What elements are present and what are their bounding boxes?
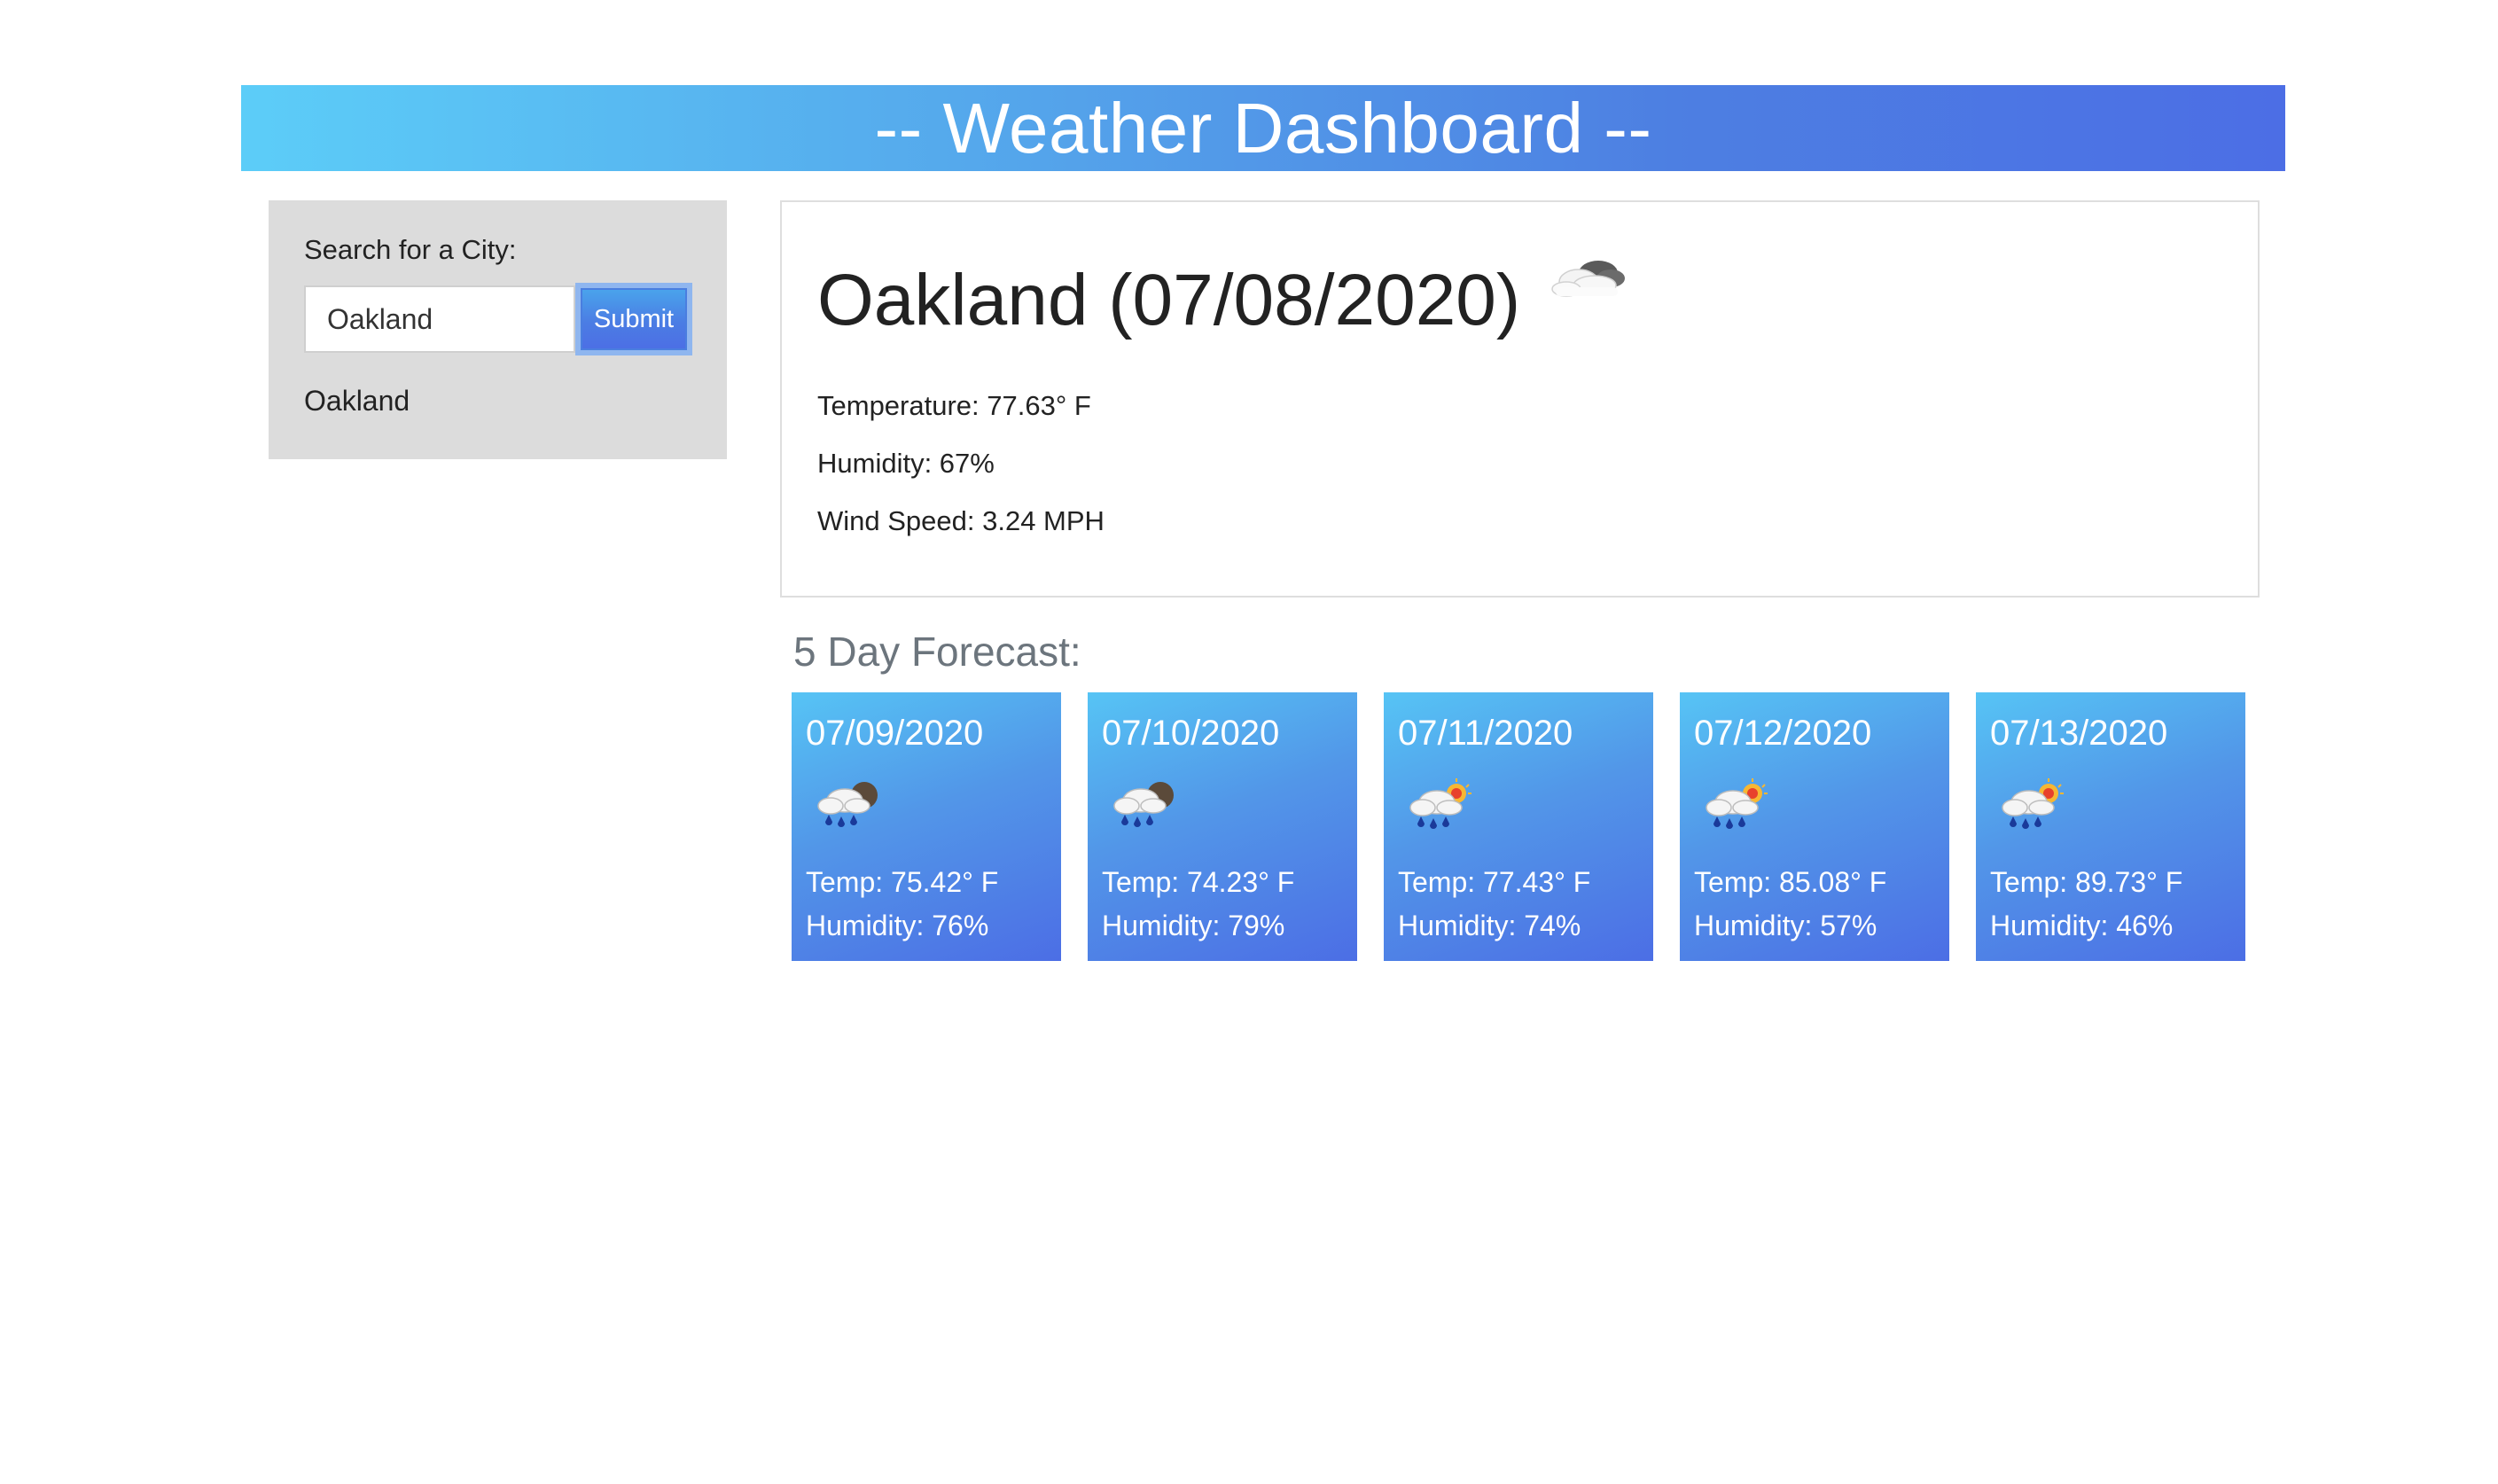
forecast-temp: Temp: 74.23° F xyxy=(1102,866,1295,898)
forecast-humidity: Humidity: 57% xyxy=(1694,910,1877,941)
rain-cloud-night-icon xyxy=(817,782,878,827)
rain-cloud-sun-icon xyxy=(1706,778,1768,829)
current-city-heading: Oakland (07/08/2020) xyxy=(817,260,1632,340)
forecast-card: 07/10/2020 Temp: 74.23° F Humidity: 79% xyxy=(1088,692,1357,961)
forecast-temp: Temp: 85.08° F xyxy=(1694,866,1887,898)
forecast-date: 07/09/2020 xyxy=(806,714,984,753)
rain-cloud-sun-icon xyxy=(2002,778,2064,829)
submit-button[interactable]: Submit xyxy=(575,283,692,355)
search-history-item[interactable]: Oakland xyxy=(304,387,410,415)
forecast-title: 5 Day Forecast: xyxy=(793,629,1081,675)
search-label: Search for a City: xyxy=(304,234,517,265)
forecast-date: 07/13/2020 xyxy=(1990,714,2168,753)
forecast-humidity: Humidity: 46% xyxy=(1990,910,2174,941)
forecast-humidity: Humidity: 79% xyxy=(1102,910,1285,941)
page-title: -- Weather Dashboard -- xyxy=(874,89,1652,168)
forecast-humidity: Humidity: 76% xyxy=(806,910,989,941)
cloudy-icon xyxy=(1551,261,1626,297)
header-banner: -- Weather Dashboard -- xyxy=(241,85,2285,171)
forecast-card: 07/09/2020 Temp: 75.42° F Humidity: 76% xyxy=(792,692,1061,961)
current-wind-speed: Wind Speed: 3.24 MPH xyxy=(817,505,1105,536)
search-row: Submit xyxy=(304,283,692,355)
current-city-title: Oakland (07/08/2020) xyxy=(817,260,1521,340)
rain-cloud-sun-icon xyxy=(1409,778,1471,829)
forecast-humidity: Humidity: 74% xyxy=(1398,910,1581,941)
forecast-card: 07/13/2020 Temp: 89.73° F Humidity: 46% xyxy=(1976,692,2245,961)
rain-cloud-night-icon xyxy=(1113,782,1174,827)
forecast-card: 07/12/2020 Temp: 85.08° F Humidity: 57% xyxy=(1680,692,1949,961)
city-search-input[interactable] xyxy=(304,285,575,353)
forecast-date: 07/10/2020 xyxy=(1102,714,1280,753)
current-temperature: Temperature: 77.63° F xyxy=(817,390,1091,421)
forecast-temp: Temp: 75.42° F xyxy=(806,866,999,898)
forecast-card: 07/11/2020 Temp: 77.43° F Humidity: 74% xyxy=(1384,692,1653,961)
forecast-date: 07/11/2020 xyxy=(1398,714,1573,753)
current-humidity: Humidity: 67% xyxy=(817,448,995,479)
forecast-temp: Temp: 89.73° F xyxy=(1990,866,2183,898)
page: -- Weather Dashboard -- Search for a Cit… xyxy=(0,0,2498,1484)
search-panel: Search for a City: Submit Oakland xyxy=(269,200,727,459)
current-weather-card: Oakland (07/08/2020) Temperature: 77.63°… xyxy=(780,200,2260,598)
forecast-date: 07/12/2020 xyxy=(1694,714,1872,753)
forecast-temp: Temp: 77.43° F xyxy=(1398,866,1591,898)
